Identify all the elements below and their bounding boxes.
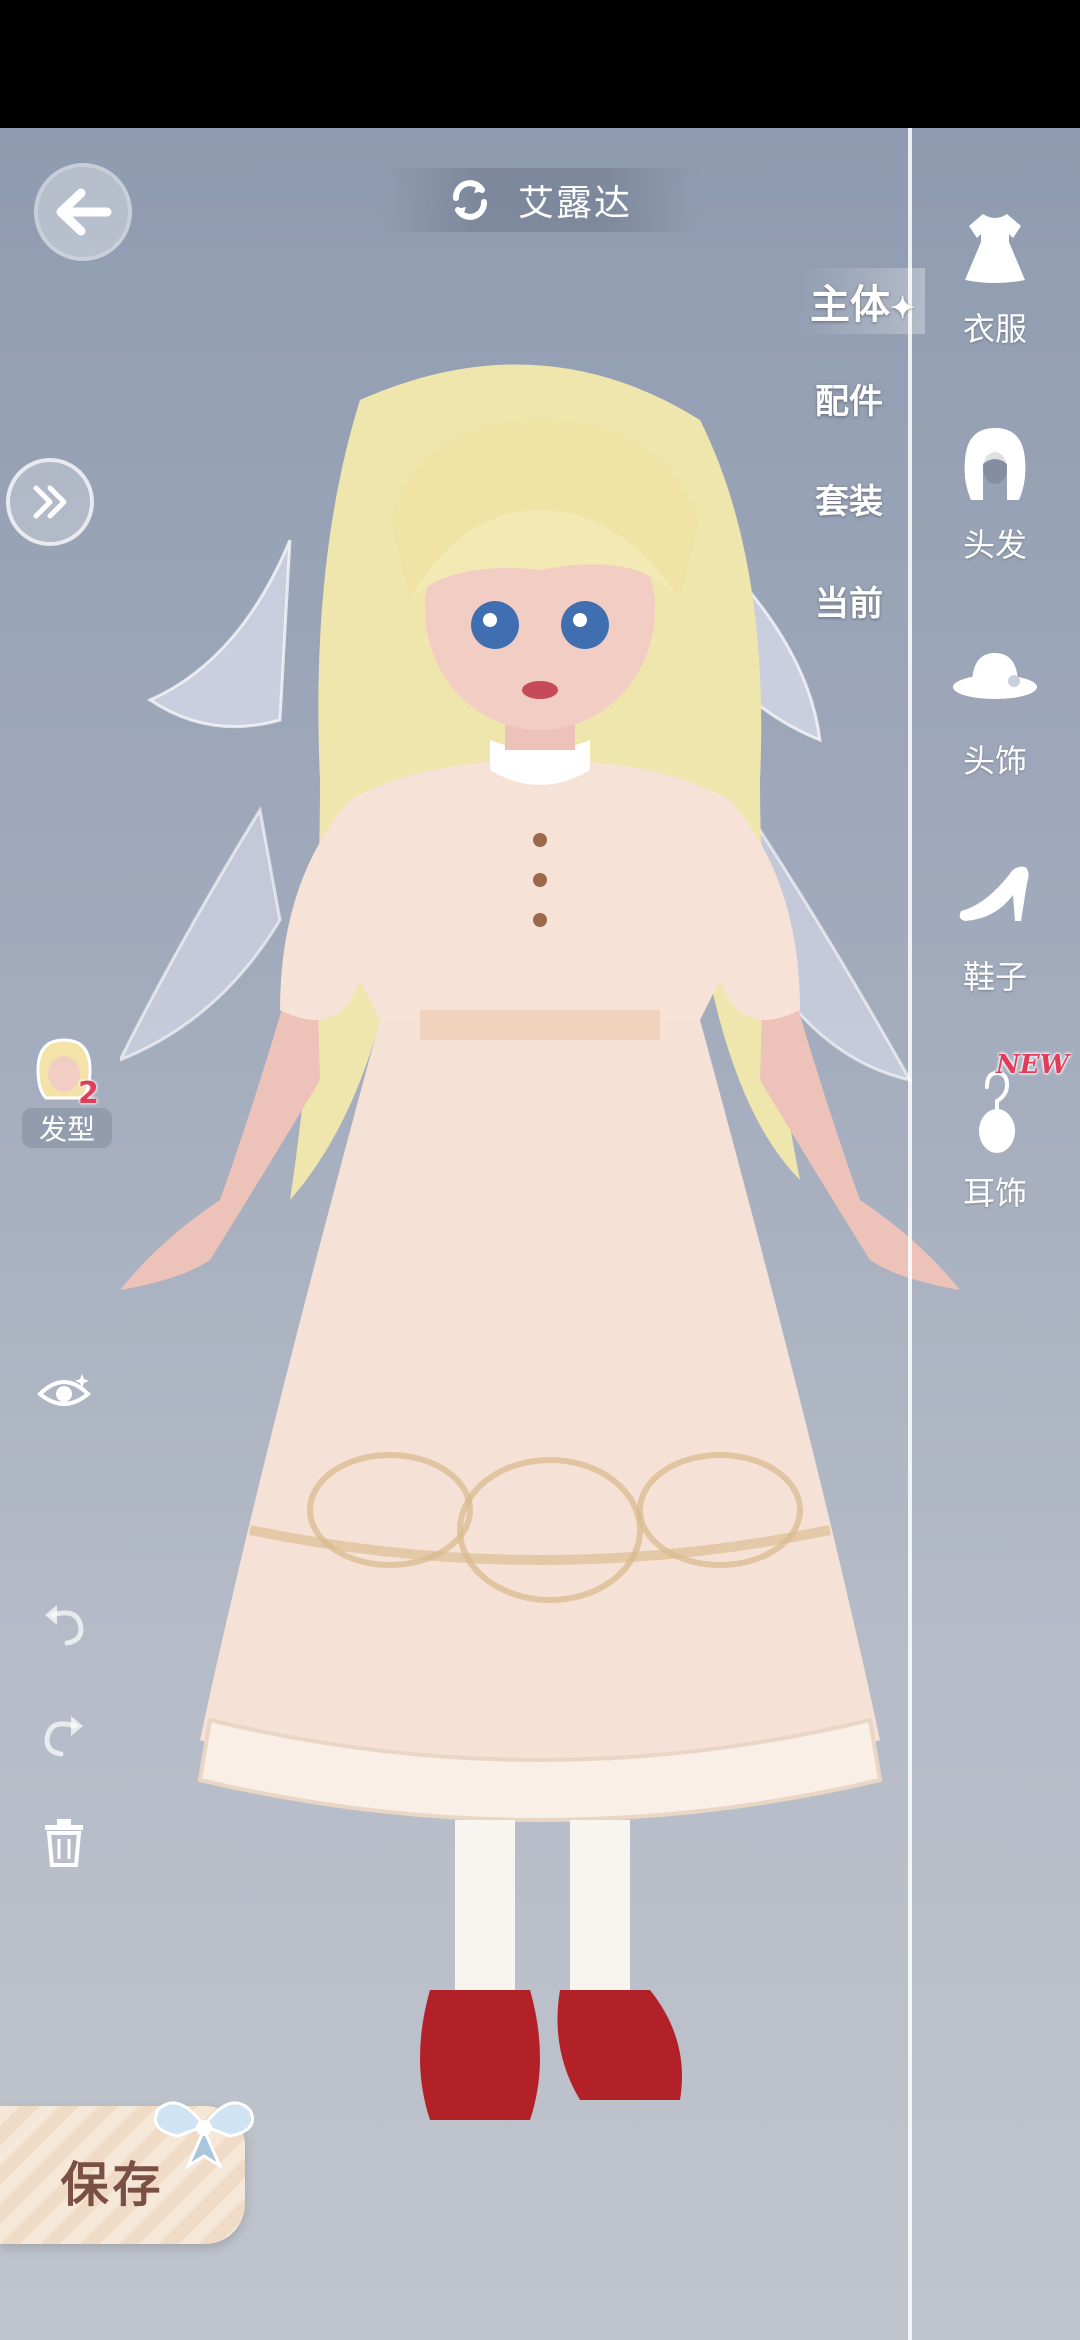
redo-button[interactable] [34, 1703, 94, 1763]
undo-icon [45, 1605, 84, 1646]
hairstyle-button[interactable]: 2 发型 [22, 1036, 112, 1148]
subtab-suit[interactable]: 套装 [815, 474, 883, 523]
category-label: 头饰 [962, 742, 1027, 780]
category-headwear[interactable]: 头饰 [940, 630, 1050, 782]
category-label: 鞋子 [962, 958, 1027, 996]
subtab-accessory[interactable]: 配件 [815, 374, 883, 423]
subtab-main[interactable]: 主体✦ [800, 268, 926, 334]
new-badge: NEW [996, 1050, 1069, 1080]
eye-icon [37, 1374, 91, 1406]
category-label: 耳饰 [962, 1174, 1027, 1212]
shoe-icon [945, 846, 1045, 946]
trash-icon [45, 1819, 83, 1867]
category-label: 衣服 [962, 310, 1027, 348]
toggle-visibility-button[interactable] [34, 1362, 94, 1422]
category-hair[interactable]: 头发 [940, 414, 1050, 566]
panel-divider [908, 128, 912, 2340]
bow-decoration-icon [154, 2101, 254, 2170]
category-earrings[interactable]: 耳饰 [940, 1062, 1050, 1214]
category-label: 头发 [962, 526, 1027, 564]
arrow-left-icon [56, 188, 112, 236]
character-model[interactable] [120, 360, 960, 2150]
undo-button[interactable] [34, 1592, 94, 1652]
expand-panel-button[interactable] [6, 458, 94, 546]
category-clothes[interactable]: 衣服 [940, 198, 1050, 350]
hairstyle-label: 发型 [22, 1108, 112, 1148]
sparkle-icon: ✦ [890, 291, 916, 326]
hair-icon [945, 414, 1045, 514]
back-button[interactable] [34, 163, 132, 261]
switch-icon [452, 180, 487, 220]
character-switch-bar[interactable]: 艾露达 [380, 168, 700, 232]
character-name: 艾露达 [517, 183, 632, 224]
subtab-current[interactable]: 当前 [815, 576, 883, 625]
subtab-main-label: 主体 [810, 281, 890, 328]
hat-icon [945, 630, 1045, 730]
category-shoes[interactable]: 鞋子 [940, 846, 1050, 998]
delete-button[interactable] [34, 1812, 94, 1872]
dress-icon [945, 198, 1045, 298]
double-chevron-right-icon [33, 485, 67, 519]
redo-icon [44, 1716, 83, 1757]
hairstyle-count: 2 [78, 1076, 99, 1111]
